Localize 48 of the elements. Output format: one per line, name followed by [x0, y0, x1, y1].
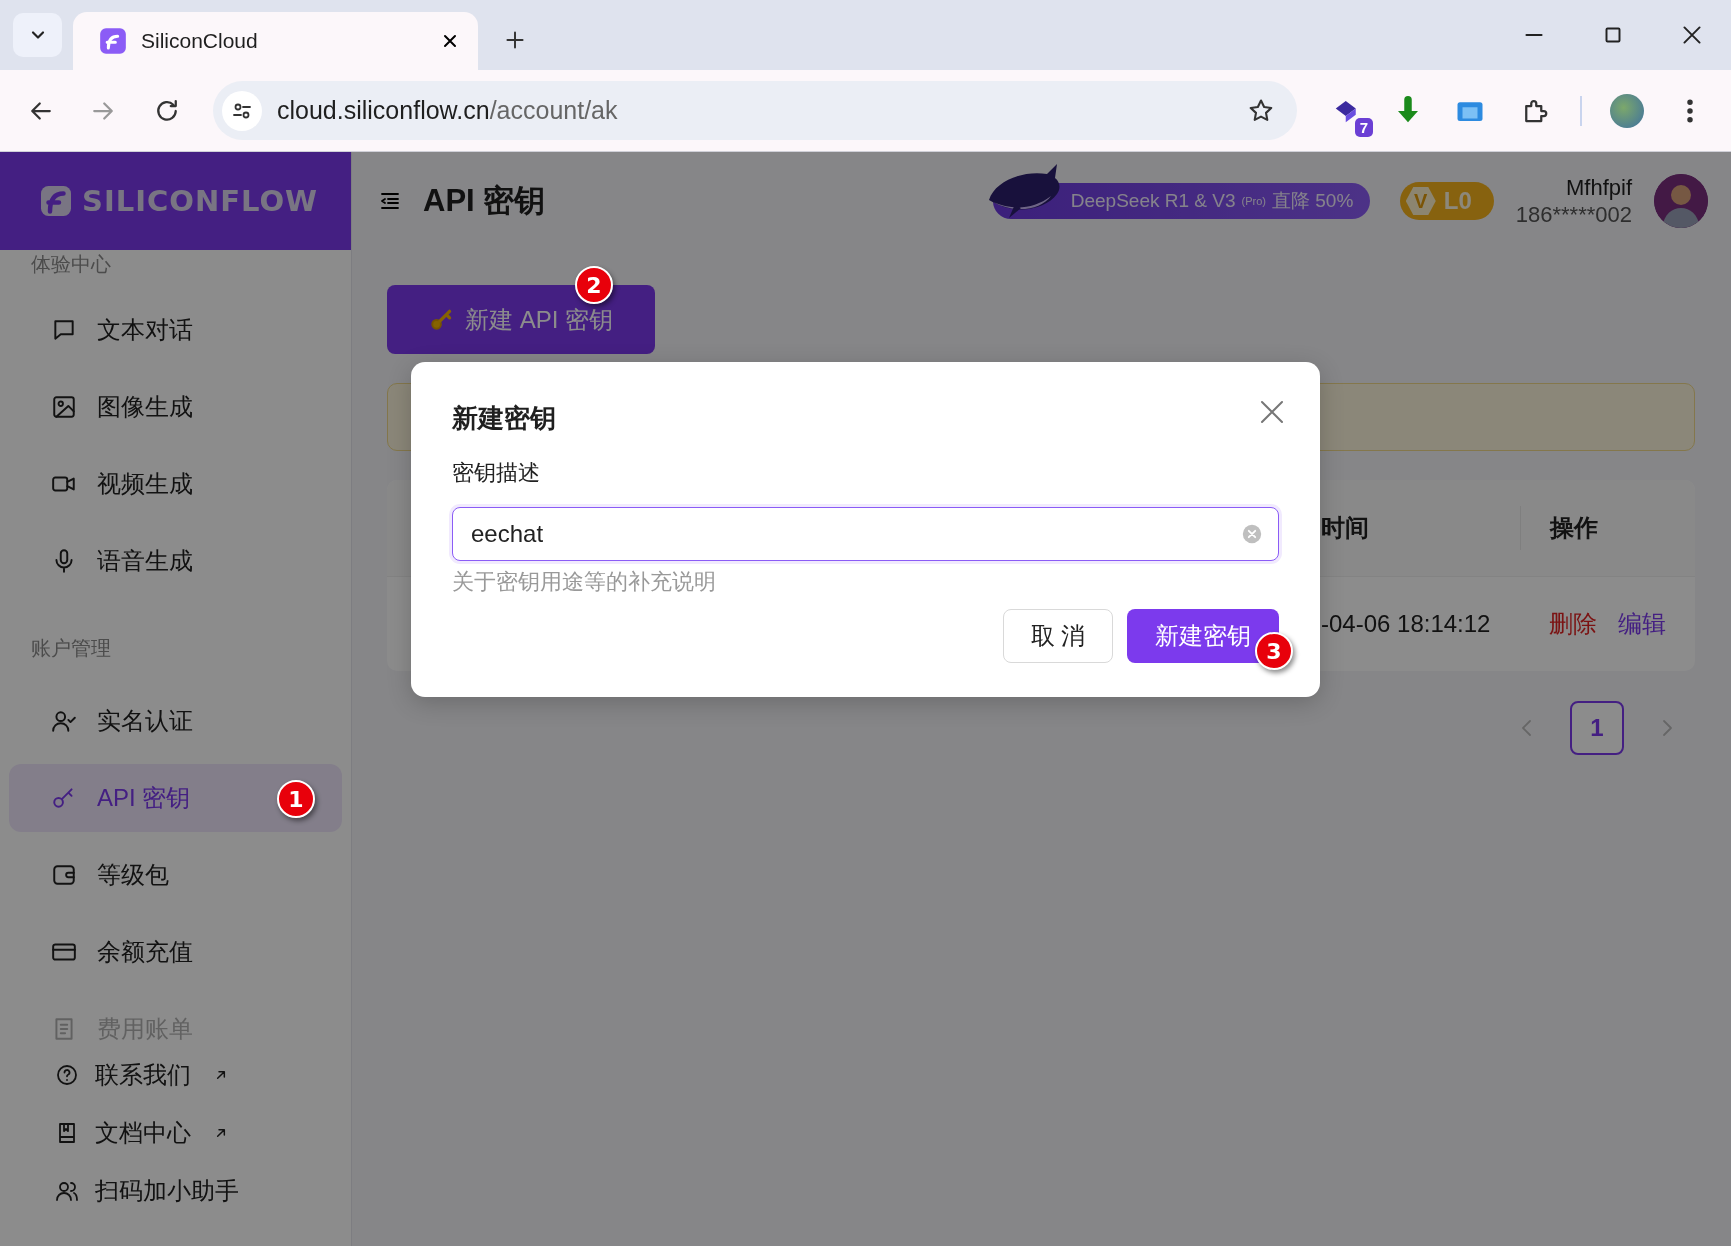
field-label: 密钥描述 — [452, 459, 541, 487]
sidebar-item[interactable]: 语音生成 — [9, 527, 342, 595]
cancel-button[interactable]: 取 消 — [1003, 609, 1113, 663]
logo-icon — [38, 183, 74, 219]
page-title: API 密钥 — [423, 182, 546, 220]
logo-text: SILICONFLOW — [82, 184, 319, 218]
sidebar-item[interactable]: 余额充值 — [9, 918, 342, 986]
annotation-badge: 2 — [575, 266, 613, 304]
section-title: 账户管理 — [30, 636, 112, 661]
level-icon: V — [1405, 186, 1436, 216]
browser-tab[interactable]: SiliconCloud — [73, 12, 478, 70]
column-header: 时间 — [1321, 513, 1370, 543]
users-icon — [55, 1179, 79, 1203]
profile-avatar[interactable] — [1610, 93, 1644, 128]
wallet-icon — [51, 862, 77, 888]
sidebar-item[interactable]: 视频生成 — [9, 450, 342, 518]
field-help-text: 关于密钥用途等的补充说明 — [452, 568, 717, 596]
sidebar-link[interactable]: 联系我们 — [0, 1046, 351, 1104]
tab-title: SiliconCloud — [141, 29, 259, 53]
user-phone: 186*****002 — [1515, 201, 1632, 228]
section-title: 体验中心 — [30, 252, 112, 277]
sidebar-item[interactable]: 图像生成 — [9, 373, 342, 441]
sidebar-item[interactable]: API 密钥 1 — [9, 764, 342, 832]
annotation-badge: 3 — [1255, 632, 1293, 670]
dialog-title: 新建密钥 — [452, 401, 556, 435]
user-avatar[interactable] — [1654, 174, 1708, 228]
image-icon — [51, 394, 77, 420]
description-field[interactable]: eechat — [452, 507, 1279, 561]
page-number[interactable]: 1 — [1570, 701, 1624, 755]
sidebar-item[interactable]: 等级包 — [9, 841, 342, 909]
user-name: Mfhfpif — [1564, 174, 1632, 201]
help-circle-icon — [55, 1063, 79, 1087]
user-check-icon — [51, 708, 77, 734]
sidebar-link[interactable]: 文档中心 — [0, 1104, 351, 1162]
sidebar-item[interactable]: 实名认证 — [9, 687, 342, 755]
extension-badge-count: 7 — [1354, 117, 1373, 137]
delete-link[interactable]: 删除 — [1549, 608, 1597, 640]
sidebar-link[interactable]: 扫码加小助手 — [0, 1162, 351, 1220]
column-header: 操作 — [1520, 506, 1695, 550]
table-cell-text: -04-06 18:14:12 — [1321, 610, 1492, 638]
app-logo-icon — [99, 27, 127, 55]
chat-bubble-icon — [51, 317, 77, 343]
edit-link[interactable]: 编辑 — [1618, 608, 1666, 640]
level-badge: V L0 — [1399, 182, 1494, 220]
url-text: cloud.siliconflow.cn/account/ak — [277, 96, 619, 125]
sidebar-item[interactable]: 文本对话 — [9, 296, 342, 364]
annotation-badge: 1 — [277, 780, 315, 818]
address-bar[interactable]: cloud.siliconflow.cn/account/ak — [213, 81, 1297, 140]
